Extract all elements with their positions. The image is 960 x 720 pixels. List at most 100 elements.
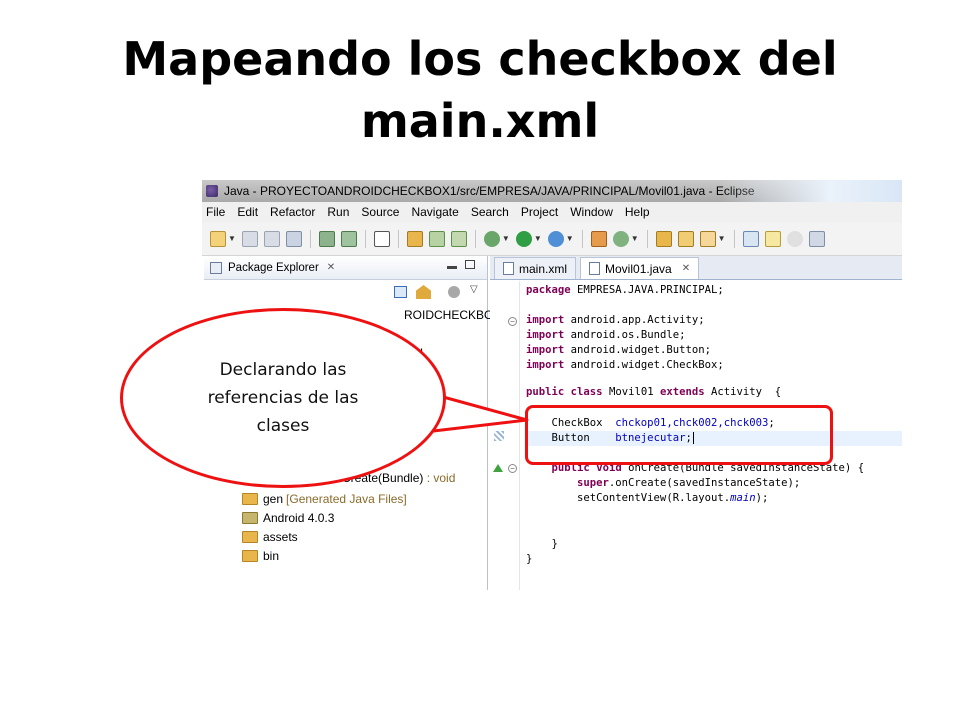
- titlebar-glow: [722, 180, 902, 202]
- tree-item-android-lib[interactable]: Android 4.0.3: [242, 509, 334, 527]
- new-package-icon[interactable]: [450, 230, 467, 247]
- toolbar-separator: [474, 229, 476, 248]
- menu-bar: File Edit Refactor Run Source Navigate S…: [202, 202, 902, 222]
- code-line: import android.os.Bundle;: [526, 329, 686, 341]
- package-explorer-tab[interactable]: Package Explorer ✕: [204, 256, 487, 280]
- code-line: package EMPRESA.JAVA.PRINCIPAL;: [526, 284, 724, 296]
- highlight-box: [525, 405, 833, 465]
- close-icon[interactable]: ✕: [327, 262, 335, 273]
- code-line: setContentView(R.layout.main);: [526, 492, 769, 504]
- menu-refactor[interactable]: Refactor: [270, 205, 315, 219]
- tab-label: main.xml: [519, 261, 568, 276]
- block-selection-icon[interactable]: [808, 230, 825, 247]
- run-icon[interactable]: [515, 230, 532, 247]
- toggle-mark-occurrences-icon[interactable]: [764, 230, 781, 247]
- tab-main-xml[interactable]: main.xml: [494, 257, 577, 279]
- debug-icon[interactable]: [483, 230, 500, 247]
- menu-window[interactable]: Window: [570, 205, 613, 219]
- window-title: Java - PROYECTOANDROIDCHECKBOX1/src/EMPR…: [224, 184, 755, 198]
- tree-item-gen[interactable]: gen [Generated Java Files]: [242, 490, 407, 508]
- new-java-class-icon[interactable]: [428, 230, 445, 247]
- code-line: }: [526, 553, 533, 565]
- tab-movil01-java[interactable]: Movil01.java ✕: [580, 257, 700, 279]
- override-marker-icon: [493, 464, 503, 472]
- tree-item-label: assets: [263, 530, 298, 544]
- main-toolbar: ▼ ▼ ▼ ▼ ▼ ▼: [202, 222, 902, 256]
- tree-method-type: : void: [426, 471, 456, 485]
- external-tools-icon[interactable]: [547, 230, 564, 247]
- toolbar-separator: [581, 229, 583, 248]
- search-icon[interactable]: [699, 230, 716, 247]
- code-line: import android.app.Activity;: [526, 314, 705, 326]
- search-dropdown-icon[interactable]: ▼: [718, 234, 726, 243]
- source-folder-icon: [242, 493, 258, 505]
- menu-project[interactable]: Project: [521, 205, 558, 219]
- tree-item-assets[interactable]: assets: [242, 528, 298, 546]
- tree-item-bin[interactable]: bin: [242, 547, 279, 565]
- code-line: super.onCreate(savedInstanceState);: [577, 477, 801, 489]
- toolbar-separator: [646, 229, 648, 248]
- toolbar-separator: [309, 229, 311, 248]
- fold-collapse-icon[interactable]: −: [508, 464, 517, 473]
- code-line: }: [526, 538, 558, 550]
- save-all-icon[interactable]: [263, 230, 280, 247]
- code-line: public class Movil01 extends Activity {: [526, 386, 782, 398]
- fold-collapse-icon[interactable]: −: [508, 317, 517, 326]
- external-tools-dropdown-icon[interactable]: ▼: [566, 234, 574, 243]
- checkbox-icon[interactable]: [373, 230, 390, 247]
- new-server-icon[interactable]: [590, 230, 607, 247]
- window-titlebar: Java - PROYECTOANDROIDCHECKBOX1/src/EMPR…: [202, 180, 902, 202]
- callout-bubble: Declarando las referencias de las clases: [120, 308, 446, 488]
- package-explorer-title: Package Explorer: [228, 261, 319, 274]
- menu-run[interactable]: Run: [327, 205, 349, 219]
- view-menu-icon[interactable]: ▽: [470, 284, 478, 295]
- eclipse-icon: [206, 185, 218, 197]
- save-icon[interactable]: [241, 230, 258, 247]
- tab-label: Movil01.java: [605, 261, 672, 276]
- print-icon[interactable]: [285, 230, 302, 247]
- tree-item-label: Android 4.0.3: [263, 511, 335, 525]
- menu-search[interactable]: Search: [471, 205, 509, 219]
- folder-icon: [242, 550, 258, 562]
- new-icon[interactable]: [210, 230, 226, 247]
- tree-item-label: gen: [263, 492, 284, 506]
- toolbar-separator: [397, 229, 399, 248]
- open-type-icon[interactable]: [655, 230, 672, 247]
- folder-icon: [242, 531, 258, 543]
- coverage-dropdown-icon[interactable]: ▼: [631, 234, 639, 243]
- open-project-icon[interactable]: [406, 230, 423, 247]
- slide-title: Mapeando los checkbox del main.xml: [0, 28, 960, 152]
- show-whitespace-icon[interactable]: [786, 230, 803, 247]
- maximize-icon[interactable]: [465, 260, 475, 269]
- avd-manager-icon[interactable]: [340, 230, 357, 247]
- tree-item-label: bin: [263, 549, 280, 563]
- menu-file[interactable]: File: [206, 205, 225, 219]
- package-explorer-toolbar: ▽: [204, 280, 487, 304]
- collapse-all-icon[interactable]: [394, 286, 407, 298]
- menu-navigate[interactable]: Navigate: [411, 205, 458, 219]
- coverage-icon[interactable]: [612, 230, 629, 247]
- java-file-icon: [589, 262, 601, 275]
- link-with-editor-icon[interactable]: [416, 285, 431, 299]
- library-icon: [242, 512, 258, 524]
- package-explorer-icon: [210, 261, 222, 274]
- editor-gutter: − −: [490, 281, 520, 590]
- toolbar-separator: [364, 229, 366, 248]
- callout-text: Declarando las referencias de las clases: [207, 360, 359, 436]
- menu-edit[interactable]: Edit: [237, 205, 258, 219]
- toolbar-separator: [733, 229, 735, 248]
- focus-icon[interactable]: [448, 286, 460, 298]
- code-line: import android.widget.Button;: [526, 344, 711, 356]
- new-dropdown-icon[interactable]: ▼: [228, 234, 236, 243]
- menu-help[interactable]: Help: [625, 205, 650, 219]
- toggle-breadcrumb-icon[interactable]: [742, 230, 759, 247]
- close-icon[interactable]: ✕: [682, 263, 690, 274]
- run-dropdown-icon[interactable]: ▼: [534, 234, 542, 243]
- tree-item-decoration: [Generated Java Files]: [286, 492, 407, 506]
- menu-source[interactable]: Source: [361, 205, 399, 219]
- minimize-icon[interactable]: ▬: [447, 261, 457, 272]
- android-sdk-icon[interactable]: [318, 230, 335, 247]
- debug-dropdown-icon[interactable]: ▼: [502, 234, 510, 243]
- slide-title-line-1: Mapeando los checkbox del: [122, 32, 838, 86]
- open-resource-icon[interactable]: [677, 230, 694, 247]
